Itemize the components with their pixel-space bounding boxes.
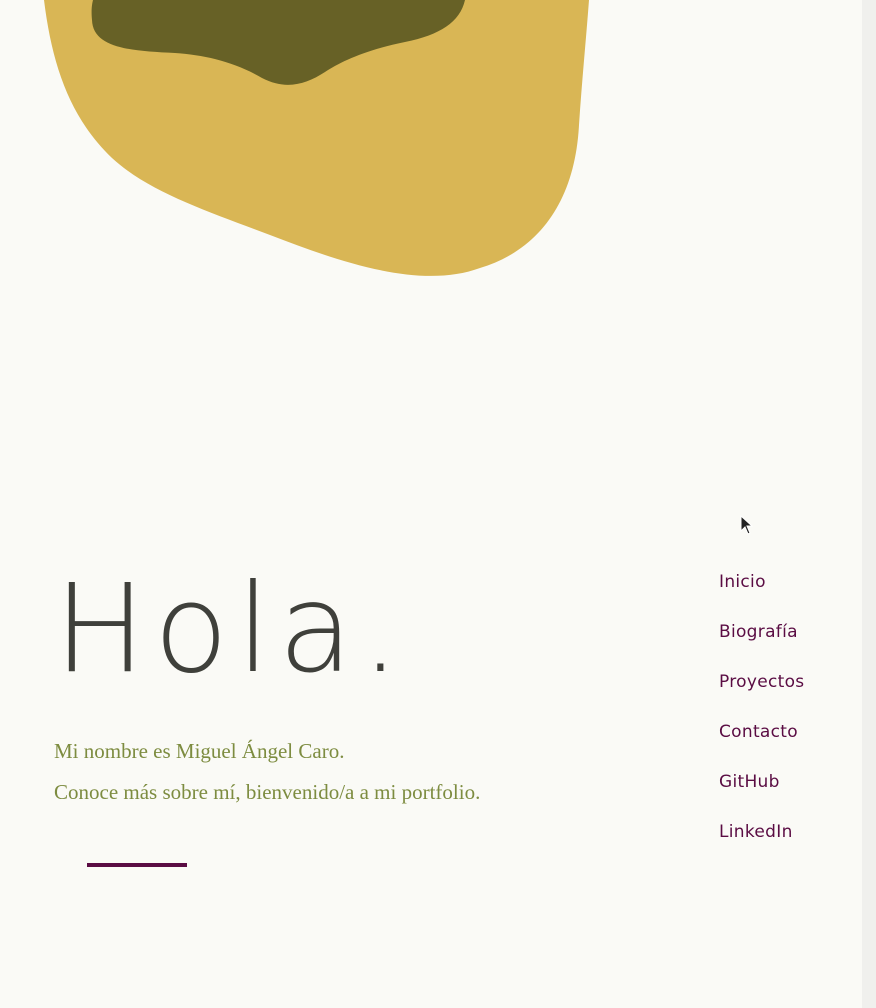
page: Hola. Mi nombre es Miguel Ángel Caro. Co…: [0, 0, 876, 1008]
accent-divider: [87, 863, 187, 867]
nav-link-inicio[interactable]: Inicio: [719, 570, 804, 620]
hero-title: Hola.: [54, 558, 408, 700]
nav-link-contacto[interactable]: Contacto: [719, 720, 804, 770]
nav-link-github[interactable]: GitHub: [719, 770, 804, 820]
nav-link-linkedin[interactable]: LinkedIn: [719, 820, 804, 870]
vertical-scrollbar[interactable]: [862, 0, 876, 1008]
nav-link-biografia[interactable]: Biografía: [719, 620, 804, 670]
intro-welcome-text: Conoce más sobre mí, bienvenido/a a mi p…: [54, 780, 481, 804]
side-navigation: Inicio Biografía Proyectos Contacto GitH…: [719, 570, 804, 870]
nav-link-proyectos[interactable]: Proyectos: [719, 670, 804, 720]
decorative-blob: [44, 0, 589, 276]
intro-name-text: Mi nombre es Miguel Ángel Caro.: [54, 739, 345, 763]
mouse-pointer-icon: [740, 515, 754, 535]
